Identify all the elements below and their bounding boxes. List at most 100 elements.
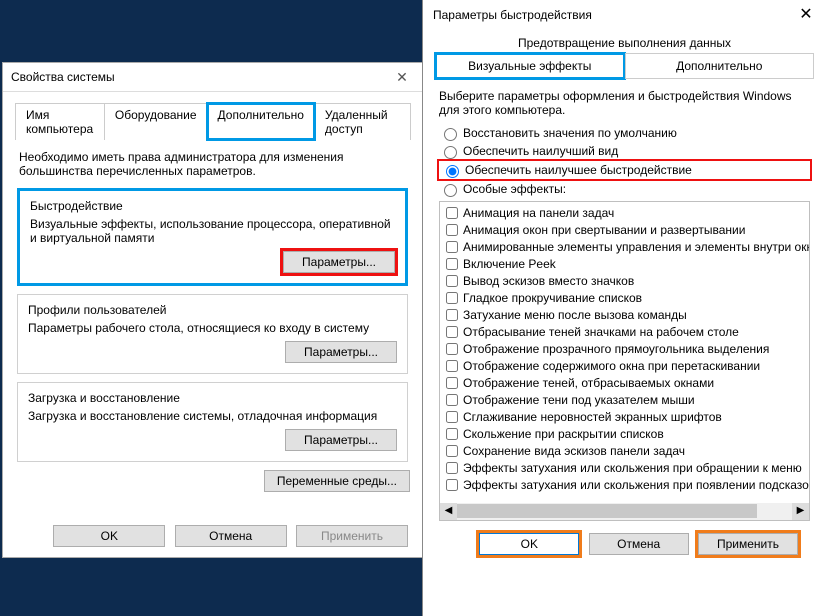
effect-label: Отображение содержимого окна при перетас… bbox=[463, 359, 760, 373]
effect-checkbox[interactable] bbox=[446, 207, 458, 219]
effect-checkbox[interactable] bbox=[446, 428, 458, 440]
radio-best-performance[interactable]: Обеспечить наилучшее быстродействие bbox=[439, 161, 810, 179]
dialog2-ok-button[interactable]: OK bbox=[479, 533, 579, 555]
close-icon[interactable]: ✕ bbox=[786, 2, 825, 28]
effect-label: Отображение прозрачного прямоугольника в… bbox=[463, 342, 769, 356]
tab-computer-name[interactable]: Имя компьютера bbox=[15, 103, 105, 140]
effect-checkbox[interactable] bbox=[446, 224, 458, 236]
effect-checkbox-row[interactable]: Включение Peek bbox=[444, 255, 805, 272]
dialog1-cancel-button[interactable]: Отмена bbox=[175, 525, 287, 547]
radio-input[interactable] bbox=[446, 165, 459, 178]
dialog2-apply-button[interactable]: Применить bbox=[698, 533, 798, 555]
effect-checkbox[interactable] bbox=[446, 326, 458, 338]
effect-checkbox-row[interactable]: Эффекты затухания или скольжения при поя… bbox=[444, 476, 805, 493]
scroll-left-icon[interactable]: ◀ bbox=[440, 503, 457, 520]
effect-checkbox[interactable] bbox=[446, 445, 458, 457]
effect-checkbox[interactable] bbox=[446, 377, 458, 389]
effect-label: Анимация окон при свертывании и разверты… bbox=[463, 223, 745, 237]
radio-custom[interactable]: Особые эффекты: bbox=[439, 181, 810, 197]
effect-label: Отображение теней, отбрасываемых окнами bbox=[463, 376, 714, 390]
effect-checkbox[interactable] bbox=[446, 309, 458, 321]
effect-checkbox-row[interactable]: Отображение содержимого окна при перетас… bbox=[444, 357, 805, 374]
effect-checkbox-row[interactable]: Анимация окон при свертывании и разверты… bbox=[444, 221, 805, 238]
radio-input[interactable] bbox=[444, 128, 457, 141]
effect-checkbox[interactable] bbox=[446, 275, 458, 287]
effect-checkbox[interactable] bbox=[446, 479, 458, 491]
effect-label: Вывод эскизов вместо значков bbox=[463, 274, 634, 288]
horizontal-scrollbar[interactable]: ◀ ▶ bbox=[440, 503, 809, 520]
profiles-group-title: Профили пользователей bbox=[28, 303, 397, 317]
effect-checkbox[interactable] bbox=[446, 258, 458, 270]
performance-options-dialog: Параметры быстродействия ✕ Предотвращени… bbox=[422, 0, 825, 616]
dialog1-titlebar: Свойства системы ✕ bbox=[3, 63, 422, 92]
radio-input[interactable] bbox=[444, 146, 457, 159]
effect-checkbox-row[interactable]: Отображение тени под указателем мыши bbox=[444, 391, 805, 408]
radio-input[interactable] bbox=[444, 184, 457, 197]
effect-checkbox-row[interactable]: Гладкое прокручивание списков bbox=[444, 289, 805, 306]
effect-checkbox-row[interactable]: Анимированные элементы управления и элем… bbox=[444, 238, 805, 255]
effect-checkbox-row[interactable]: Скольжение при раскрытии списков bbox=[444, 425, 805, 442]
effect-checkbox[interactable] bbox=[446, 411, 458, 423]
system-properties-dialog: Свойства системы ✕ Имя компьютера Оборуд… bbox=[2, 62, 423, 558]
dialog1-title: Свойства системы bbox=[11, 70, 115, 84]
dialog1-apply-button[interactable]: Применить bbox=[296, 525, 408, 547]
effect-label: Отбрасывание теней значками на рабочем с… bbox=[463, 325, 739, 339]
performance-settings-button[interactable]: Параметры... bbox=[283, 251, 395, 273]
effect-checkbox-row[interactable]: Отбрасывание теней значками на рабочем с… bbox=[444, 323, 805, 340]
effect-checkbox-row[interactable]: Сохранение вида эскизов панели задач bbox=[444, 442, 805, 459]
startup-group-desc: Загрузка и восстановление системы, отлад… bbox=[28, 409, 397, 423]
effect-checkbox-row[interactable]: Вывод эскизов вместо значков bbox=[444, 272, 805, 289]
radio-best-appearance[interactable]: Обеспечить наилучший вид bbox=[439, 143, 810, 159]
tab-visual-effects[interactable]: Визуальные эффекты bbox=[435, 53, 625, 79]
tab-advanced[interactable]: Дополнительно bbox=[207, 103, 315, 140]
profiles-settings-button[interactable]: Параметры... bbox=[285, 341, 397, 363]
dialog2-cancel-button[interactable]: Отмена bbox=[589, 533, 689, 555]
close-icon[interactable]: ✕ bbox=[382, 63, 422, 91]
radio-label: Особые эффекты: bbox=[463, 182, 566, 196]
admin-note: Необходимо иметь права администратора дл… bbox=[19, 150, 406, 178]
effect-checkbox[interactable] bbox=[446, 292, 458, 304]
effect-label: Эффекты затухания или скольжения при обр… bbox=[463, 461, 802, 475]
effect-checkbox-row[interactable]: Сглаживание неровностей экранных шрифтов bbox=[444, 408, 805, 425]
effect-label: Эффекты затухания или скольжения при поя… bbox=[463, 478, 810, 492]
startup-settings-button[interactable]: Параметры... bbox=[285, 429, 397, 451]
radio-restore-defaults[interactable]: Восстановить значения по умолчанию bbox=[439, 125, 810, 141]
effect-label: Затухание меню после вызова команды bbox=[463, 308, 687, 322]
dialog1-ok-button[interactable]: OK bbox=[53, 525, 165, 547]
effect-label: Отображение тени под указателем мыши bbox=[463, 393, 695, 407]
tab-advanced2[interactable]: Дополнительно bbox=[625, 53, 815, 79]
environment-variables-button[interactable]: Переменные среды... bbox=[264, 470, 410, 492]
effect-checkbox-row[interactable]: Эффекты затухания или скольжения при обр… bbox=[444, 459, 805, 476]
effects-checklist[interactable]: Анимация на панели задач Анимация окон пр… bbox=[439, 201, 810, 521]
scrollbar-track[interactable] bbox=[457, 503, 792, 520]
profiles-group-desc: Параметры рабочего стола, относящиеся ко… bbox=[28, 321, 397, 335]
dialog2-description: Выберите параметры оформления и быстроде… bbox=[439, 89, 810, 117]
effect-label: Гладкое прокручивание списков bbox=[463, 291, 642, 305]
effect-checkbox[interactable] bbox=[446, 462, 458, 474]
effect-checkbox[interactable] bbox=[446, 360, 458, 372]
effect-checkbox[interactable] bbox=[446, 343, 458, 355]
startup-group: Загрузка и восстановление Загрузка и вос… bbox=[17, 382, 408, 462]
tab-remote[interactable]: Удаленный доступ bbox=[314, 103, 411, 140]
effect-checkbox[interactable] bbox=[446, 394, 458, 406]
dialog2-footer: OK Отмена Применить bbox=[435, 521, 814, 555]
scrollbar-thumb[interactable] bbox=[457, 504, 757, 518]
tab-hardware[interactable]: Оборудование bbox=[104, 103, 208, 140]
effect-label: Скольжение при раскрытии списков bbox=[463, 427, 664, 441]
dep-tab-label[interactable]: Предотвращение выполнения данных bbox=[435, 36, 814, 50]
dialog2-titlebar: Параметры быстродействия ✕ bbox=[423, 0, 825, 30]
effect-checkbox-row[interactable]: Затухание меню после вызова команды bbox=[444, 306, 805, 323]
effect-checkbox-row[interactable]: Отображение теней, отбрасываемых окнами bbox=[444, 374, 805, 391]
effect-label: Сохранение вида эскизов панели задач bbox=[463, 444, 685, 458]
scroll-right-icon[interactable]: ▶ bbox=[792, 503, 809, 520]
radio-label: Обеспечить наилучший вид bbox=[463, 144, 618, 158]
dialog2-title: Параметры быстродействия bbox=[433, 8, 592, 22]
radio-label: Восстановить значения по умолчанию bbox=[463, 126, 677, 140]
effect-checkbox-row[interactable]: Отображение прозрачного прямоугольника в… bbox=[444, 340, 805, 357]
effect-label: Включение Peek bbox=[463, 257, 556, 271]
effect-checkbox-row[interactable]: Анимация на панели задач bbox=[444, 204, 805, 221]
dialog2-tabstrip: Визуальные эффекты Дополнительно bbox=[435, 53, 814, 79]
dialog1-footer: OK Отмена Применить bbox=[3, 525, 422, 547]
profiles-group: Профили пользователей Параметры рабочего… bbox=[17, 294, 408, 374]
effect-checkbox[interactable] bbox=[446, 241, 458, 253]
